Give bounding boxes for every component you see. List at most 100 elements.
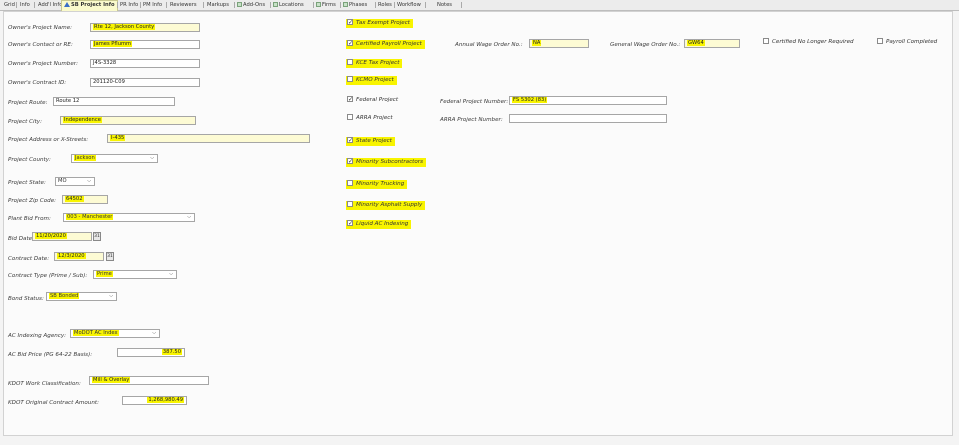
project-city-field[interactable]: Independence <box>60 116 196 125</box>
field-value: Independence <box>63 117 102 123</box>
field-value: 201120-C09 <box>93 79 125 85</box>
contract-date-field[interactable]: 12/3/2020 <box>54 252 104 261</box>
minority-trucking-checkbox[interactable]: Minority Trucking <box>346 179 408 189</box>
annual-wage-field[interactable]: NA <box>529 39 589 48</box>
grid-icon <box>343 2 348 7</box>
checkbox-label: Minority Subcontractors <box>356 159 423 165</box>
tab-workflow[interactable]: Workflow <box>397 1 421 9</box>
tab-reviewers[interactable]: Reviewers <box>170 1 197 9</box>
tab-divider <box>375 2 376 8</box>
tab-grid[interactable]: Grid <box>4 1 15 9</box>
state-project-checkbox[interactable]: ✓ State Project <box>346 136 395 146</box>
project-county-select[interactable]: Jackson ⌵ <box>71 154 158 163</box>
kcmo-checkbox[interactable]: KCMO Project <box>346 75 397 85</box>
federal-number-field[interactable]: FS 5302 (83) <box>509 96 667 105</box>
arra-checkbox[interactable]: ARRA Project <box>347 113 393 123</box>
arra-number-field[interactable] <box>509 114 667 123</box>
tab-divider <box>394 2 395 8</box>
ac-agency-label: AC Indexing Agency: <box>8 333 67 339</box>
checkbox-box <box>347 200 353 207</box>
certified-payroll-checkbox[interactable]: ✓ Certified Payroll Project <box>346 39 425 49</box>
tab-locations[interactable]: Locations <box>273 1 304 9</box>
project-name-label: Owner's Project Name: <box>8 25 73 31</box>
liquid-ac-checkbox[interactable]: ✓ Liquid AC Indexing <box>346 219 412 229</box>
tab-sb-project-info[interactable]: SB Project Info <box>61 0 118 11</box>
field-value: Mill & Overlay <box>92 377 131 383</box>
tab-roles[interactable]: Roles <box>378 1 392 9</box>
bid-date-field[interactable]: 11/20/2020 <box>32 232 92 241</box>
project-address-field[interactable]: I-435 <box>107 134 310 143</box>
tab-firms[interactable]: Firms <box>316 1 336 9</box>
field-value: Rte 12, Jackson County <box>93 24 156 30</box>
project-city-label: Project City: <box>8 119 42 125</box>
tab-phases[interactable]: Phases <box>343 1 367 9</box>
kdot-amount-field[interactable]: 1,268,980.49 <box>122 396 187 405</box>
grid-icon <box>237 2 242 7</box>
minority-asphalt-checkbox[interactable]: Minority Asphalt Supply <box>346 200 426 210</box>
federal-checkbox[interactable]: ✓ Federal Project <box>347 95 399 105</box>
tab-divider <box>117 2 118 8</box>
project-address-label: Project Address or X-Streets: <box>8 137 89 143</box>
project-route-field[interactable]: Route 12 <box>53 97 175 106</box>
payroll-completed-checkbox[interactable]: Payroll Completed <box>877 37 937 47</box>
tab-bar: Grid Info Add'l Info SB Project Info PR … <box>0 0 959 11</box>
checkbox-label: KCMO Project <box>356 77 394 83</box>
sb-project-info-panel <box>3 11 953 436</box>
calendar-icon[interactable]: 31 <box>93 232 101 241</box>
checkbox-box <box>347 113 353 120</box>
grid-icon <box>316 2 321 7</box>
contact-label: Owner's Contact or RE: <box>8 42 73 48</box>
zip-label: Project Zip Code: <box>8 198 57 204</box>
kce-tax-checkbox[interactable]: KCE Tax Project <box>346 58 403 68</box>
minority-subs-checkbox[interactable]: ✓ Minority Subcontractors <box>346 157 426 167</box>
kdot-amount-label: KDOT Original Contract Amount: <box>8 400 99 406</box>
project-state-select[interactable]: MO ⌵ <box>55 177 95 186</box>
checkbox-label: Certified Payroll Project <box>356 41 422 47</box>
project-number-field[interactable]: J4S-3328 <box>90 59 200 68</box>
chevron-down-icon: ⌵ <box>109 293 113 299</box>
contact-field[interactable]: James Pflumm <box>90 40 200 49</box>
tab-pm-info[interactable]: PM Info <box>143 1 162 9</box>
project-name-field[interactable]: Rte 12, Jackson County <box>90 23 200 32</box>
checkbox-label: Federal Project <box>356 97 399 103</box>
calendar-icon[interactable]: 31 <box>106 252 114 261</box>
tab-label: Phases <box>349 2 368 8</box>
tab-divider <box>340 2 341 8</box>
tab-label: PM Info <box>143 2 163 8</box>
bond-status-select[interactable]: SB Bonded ⌵ <box>46 292 117 301</box>
project-county-label: Project County: <box>8 157 51 163</box>
contract-type-select[interactable]: Prime ⌵ <box>93 270 177 279</box>
field-value: 64502 <box>65 196 84 202</box>
tab-addl-info[interactable]: Add'l Info <box>38 1 62 9</box>
zip-field[interactable]: 64502 <box>62 195 108 204</box>
contract-id-field[interactable]: 201120-C09 <box>90 78 200 87</box>
tab-divider <box>270 2 271 8</box>
checkbox-box <box>347 75 353 82</box>
select-value: MoDOT AC Index <box>73 330 119 336</box>
field-value: 12/3/2020 <box>57 253 86 259</box>
tab-info[interactable]: Info <box>20 1 30 9</box>
ac-bid-price-field[interactable]: 387.50 <box>117 348 185 357</box>
certified-no-longer-checkbox[interactable]: Certified No Longer Required <box>763 37 854 47</box>
tab-label: Info <box>20 2 30 8</box>
tab-notes[interactable]: Notes <box>437 1 452 9</box>
field-value: James Pflumm <box>93 41 133 47</box>
tab-add-ons[interactable]: Add-Ons <box>237 1 265 9</box>
tab-markups[interactable]: Markups <box>207 1 229 9</box>
tab-label: Locations <box>279 2 304 8</box>
project-number-label: Owner's Project Number: <box>8 61 78 67</box>
tab-label: Reviewers <box>170 2 197 8</box>
kdot-class-field[interactable]: Mill & Overlay <box>89 376 209 385</box>
tab-label: Markups <box>207 2 229 8</box>
checkbox-box: ✓ <box>347 95 354 103</box>
tab-divider <box>140 2 141 8</box>
tab-pr-info[interactable]: PR Info <box>120 1 138 9</box>
tax-exempt-checkbox[interactable]: ✓ Tax Exempt Project <box>346 18 413 28</box>
checkbox-box <box>877 37 883 44</box>
ac-bid-price-label: AC Bid Price (PG 64-22 Basis): <box>8 352 93 358</box>
field-value: J4S-3328 <box>93 60 117 66</box>
ac-agency-select[interactable]: MoDOT AC Index ⌵ <box>70 329 160 338</box>
general-wage-field[interactable]: GW64 <box>684 39 740 48</box>
plant-bid-select[interactable]: 003 - Manchester ⌵ <box>63 213 195 222</box>
tab-label: Notes <box>437 2 452 8</box>
